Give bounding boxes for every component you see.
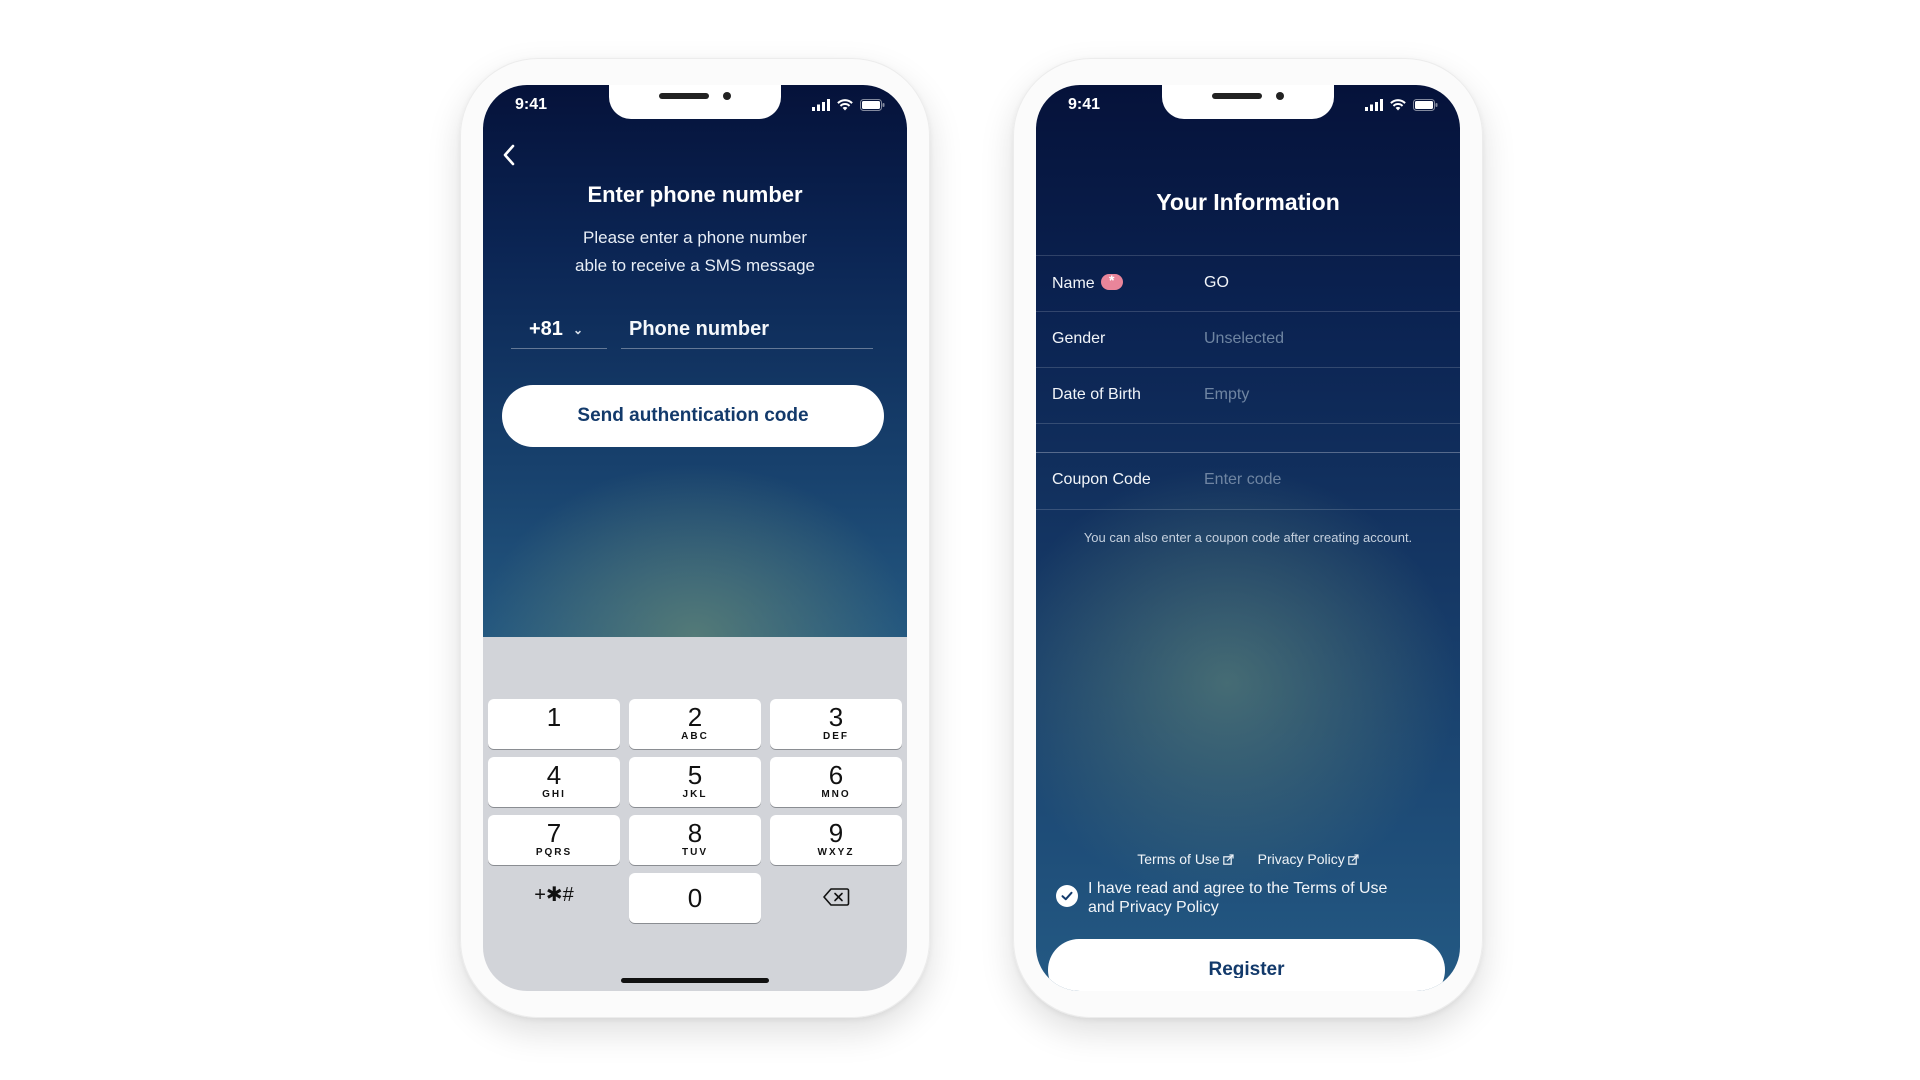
key-letters: WXYZ — [817, 847, 855, 858]
symbols-label: +✱# — [534, 884, 574, 906]
keypad-key-3[interactable]: 3 DEF — [770, 699, 902, 749]
coupon-code-label: Coupon Code — [1052, 471, 1151, 488]
key-digit: 9 — [828, 818, 844, 848]
key-digit: 6 — [828, 760, 844, 790]
battery-icon — [860, 99, 885, 111]
key-letters: MNO — [821, 789, 851, 800]
key-letters: PQRS — [535, 847, 573, 858]
key-digit: 7 — [546, 818, 562, 848]
gender-label: Gender — [1052, 330, 1106, 347]
key-digit: 3 — [828, 702, 844, 732]
date-of-birth-field[interactable]: Empty — [1204, 386, 1249, 404]
status-time: 9:41 — [1068, 96, 1101, 113]
key-letters: DEF — [823, 731, 849, 742]
send-authentication-code-button[interactable]: Send authentication code — [502, 385, 884, 447]
agree-label: I have read and agree to the Terms of Us… — [1088, 879, 1387, 917]
page-subtitle: Please enter a phone number able to rece… — [523, 224, 867, 280]
agree-line-1: I have read and agree to the Terms of Us… — [1088, 880, 1388, 897]
status-icons — [1365, 99, 1438, 111]
chevron-left-icon — [503, 144, 515, 166]
keypad-key-6[interactable]: 6 MNO — [770, 757, 902, 807]
keypad-key-4[interactable]: 4 GHI — [488, 757, 620, 807]
cellular-signal-icon — [1365, 99, 1383, 111]
phone-number-input[interactable] — [621, 311, 873, 349]
coupon-note: You can also enter a coupon code after c… — [1083, 530, 1413, 545]
date-of-birth-label: Date of Birth — [1052, 386, 1141, 403]
phone-frame-left: 9:41 Enter phone number Please enter a p… — [460, 58, 930, 1018]
key-digit: 8 — [687, 818, 703, 848]
keypad-key-7[interactable]: 7 PQRS — [488, 815, 620, 865]
key-digit: 2 — [687, 702, 703, 732]
key-letters: JKL — [682, 789, 708, 800]
register-button[interactable]: Register — [1048, 939, 1445, 991]
privacy-policy-link[interactable]: Privacy Policy — [1258, 851, 1359, 867]
external-link-icon — [1222, 854, 1234, 865]
phone-frame-right: 9:41 Your Information Name GO Gender Uns… — [1013, 58, 1483, 1018]
chevron-down-icon: ⌄ — [572, 322, 583, 337]
backspace-icon — [823, 888, 850, 906]
back-button[interactable] — [495, 140, 525, 170]
home-indicator — [1174, 978, 1322, 983]
form-divider — [1036, 423, 1460, 453]
key-letters: GHI — [542, 789, 566, 800]
privacy-link-text: Privacy Policy — [1257, 851, 1345, 867]
form-row-name[interactable]: Name GO — [1036, 255, 1460, 312]
form-row-gender[interactable]: Gender Unselected — [1036, 311, 1460, 368]
name-label-text: Name — [1052, 275, 1095, 292]
form-row-coupon[interactable]: Coupon Code Enter code — [1036, 452, 1460, 510]
notch — [609, 85, 781, 119]
page-title: Your Information — [1156, 189, 1340, 215]
agree-checkbox[interactable] — [1056, 885, 1078, 907]
key-digit: 1 — [546, 702, 562, 732]
keypad-key-9[interactable]: 9 WXYZ — [770, 815, 902, 865]
gender-field[interactable]: Unselected — [1204, 330, 1284, 348]
subtitle-line-2: able to receive a SMS message — [574, 256, 815, 275]
cellular-signal-icon — [812, 99, 830, 111]
keypad-key-1[interactable]: 1 — [488, 699, 620, 749]
keypad-symbols-key[interactable]: +✱# — [488, 873, 620, 923]
status-time: 9:41 — [515, 96, 548, 113]
terms-link-text: Terms of Use — [1137, 851, 1220, 867]
keypad-key-8[interactable]: 8 TUV — [629, 815, 761, 865]
name-label: Name — [1052, 272, 1123, 293]
agree-terms-row: I have read and agree to the Terms of Us… — [1056, 879, 1436, 917]
name-field[interactable]: GO — [1204, 274, 1229, 292]
external-link-icon — [1347, 854, 1359, 865]
coupon-code-input[interactable]: Enter code — [1204, 471, 1281, 489]
phone-entry-panel — [483, 85, 907, 637]
home-indicator — [621, 978, 769, 983]
keypad-key-5[interactable]: 5 JKL — [629, 757, 761, 807]
subtitle-line-1: Please enter a phone number — [583, 228, 807, 247]
wifi-icon — [837, 99, 853, 111]
checkmark-icon — [1061, 891, 1073, 901]
wifi-icon — [1390, 99, 1406, 111]
key-digit: 4 — [546, 760, 562, 790]
key-digit: 5 — [687, 760, 703, 790]
key-digit: 0 — [687, 883, 703, 913]
phone-screen-right: 9:41 Your Information Name GO Gender Uns… — [1036, 85, 1460, 991]
legal-links: Terms of Use Privacy Policy — [1036, 851, 1460, 867]
numeric-keypad: 1 2 ABC 3 DEF 4 GHI 5 JKL 6 MNO 7 PQRS 8 TUV 9W… — [483, 637, 907, 991]
country-code-value: +81 — [529, 318, 563, 340]
agree-line-2: and Privacy Policy — [1088, 899, 1219, 916]
phone-screen-left: 9:41 Enter phone number Please enter a p… — [483, 85, 907, 991]
key-letters: TUV — [682, 847, 708, 858]
terms-of-use-link[interactable]: Terms of Use — [1137, 851, 1234, 867]
form-row-date-of-birth[interactable]: Date of Birth Empty — [1036, 367, 1460, 424]
required-badge — [1100, 272, 1123, 290]
battery-icon — [1413, 99, 1438, 111]
key-letters: ABC — [681, 731, 709, 742]
country-code-select[interactable]: +81 ⌄ — [511, 311, 607, 349]
keypad-key-0[interactable]: 0 — [629, 873, 761, 923]
status-icons — [812, 99, 885, 111]
keypad-delete-key[interactable] — [770, 873, 902, 923]
keypad-key-2[interactable]: 2 ABC — [629, 699, 761, 749]
page-title: Enter phone number — [587, 182, 803, 207]
notch — [1162, 85, 1334, 119]
